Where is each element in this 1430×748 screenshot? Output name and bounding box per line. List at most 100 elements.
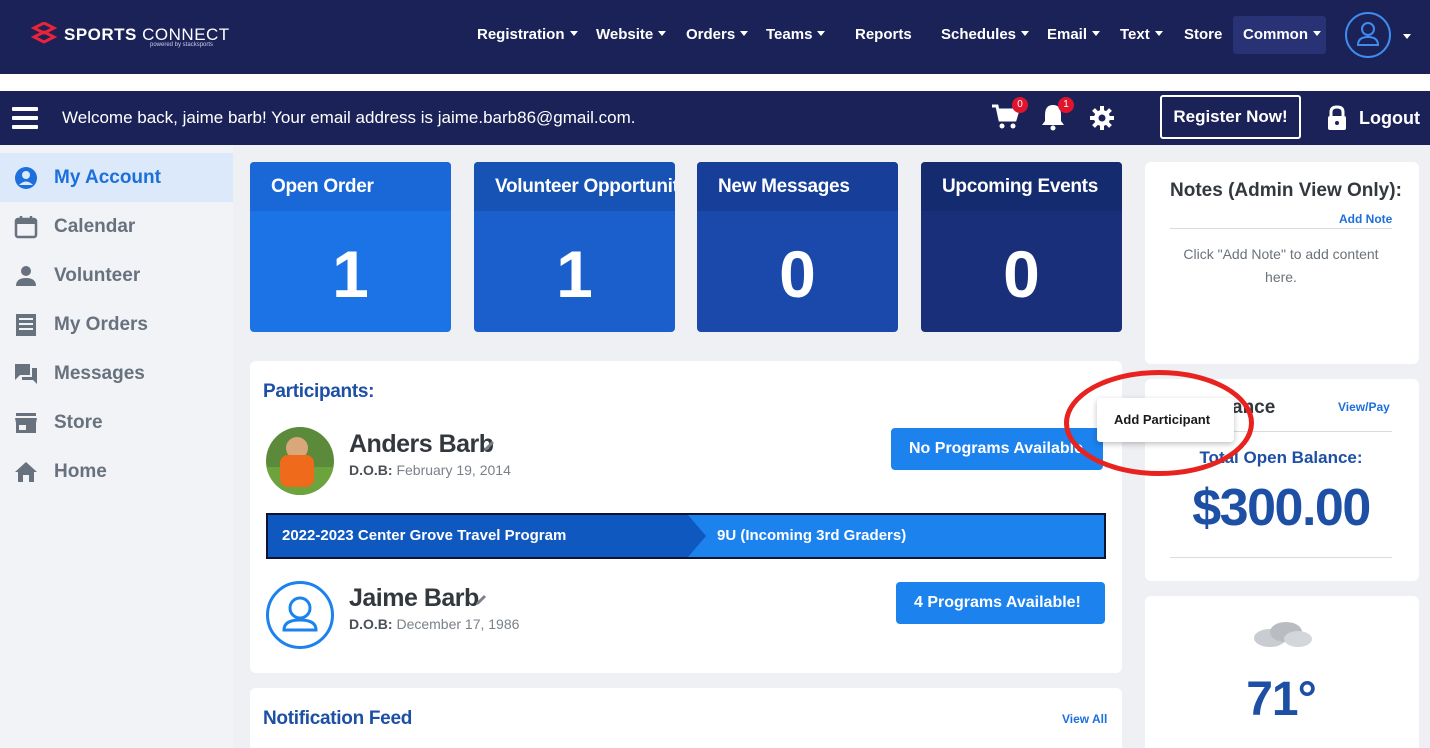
notifications-button[interactable]: 1: [1040, 97, 1074, 135]
sidebar-item-label: My Account: [54, 166, 161, 188]
user-menu-caret-icon[interactable]: [1403, 34, 1411, 39]
edit-pencil-icon[interactable]: [474, 593, 488, 607]
dob-label: D.O.B:: [349, 462, 393, 478]
user-avatar-button[interactable]: [1345, 12, 1391, 58]
programs-available-button[interactable]: 4 Programs Available!: [896, 582, 1105, 624]
hamburger-menu-icon[interactable]: [12, 107, 38, 129]
caret-down-icon: [1021, 31, 1030, 36]
caret-down-icon: [569, 31, 578, 36]
nav-reports-label: Reports: [855, 26, 912, 43]
annotation-highlight-ellipse: [1064, 370, 1254, 476]
sidebar-item-volunteer[interactable]: Volunteer: [0, 251, 233, 300]
participants-title: Participants:: [263, 381, 375, 402]
account-bar: Welcome back, jaime barb! Your email add…: [0, 91, 1430, 145]
caret-down-icon: [1313, 31, 1321, 36]
cloud-icon: [1254, 622, 1312, 647]
nav-store[interactable]: Store: [1184, 26, 1222, 43]
sports-connect-logo[interactable]: SPORTS CONNECT powered by stacksports: [30, 22, 230, 48]
stat-card-value: 0: [1003, 237, 1040, 311]
stat-card-title: Upcoming Events: [921, 162, 1122, 211]
nav-orders-label: Orders: [686, 26, 736, 43]
dob-value: February 19, 2014: [396, 462, 511, 478]
stat-card-value: 1: [332, 237, 369, 311]
program-name: 2022-2023 Center Grove Travel Program: [282, 527, 567, 544]
stat-card-volunteer-opportunity[interactable]: Volunteer Opportunity 1: [474, 162, 675, 332]
divider: [1170, 228, 1392, 229]
logout-button[interactable]: Logout: [1326, 105, 1420, 131]
caret-down-icon: [740, 31, 749, 36]
register-now-button[interactable]: Register Now!: [1160, 95, 1301, 139]
nav-email[interactable]: Email: [1047, 26, 1101, 43]
nav-website[interactable]: Website: [596, 26, 667, 43]
settings-button[interactable]: [1089, 105, 1115, 131]
welcome-message: Welcome back, jaime barb! Your email add…: [62, 108, 636, 127]
nav-schedules[interactable]: Schedules: [941, 26, 1030, 43]
lock-icon: [1328, 105, 1346, 130]
stat-card-open-order[interactable]: Open Order 1: [250, 162, 451, 332]
nav-registration-label: Registration: [477, 26, 565, 43]
list-icon: [13, 312, 39, 338]
stat-card-title: Volunteer Opportunity: [474, 162, 675, 211]
caret-down-icon: [1154, 31, 1163, 36]
program-division: 9U (Incoming 3rd Graders): [717, 527, 907, 544]
logo-mark-icon: [30, 22, 58, 44]
sidebar-item-my-orders[interactable]: My Orders: [0, 300, 233, 349]
edit-pencil-icon[interactable]: [482, 439, 496, 453]
stat-card-title: Open Order: [250, 162, 451, 211]
gear-icon: [1090, 106, 1114, 130]
view-all-link[interactable]: View All: [1062, 712, 1107, 726]
balance-amount: $300.00: [1192, 479, 1371, 537]
top-navbar: SPORTS CONNECT powered by stacksports Re…: [0, 0, 1430, 74]
stat-card-value: 1: [556, 237, 593, 311]
nav-teams-label: Teams: [766, 26, 813, 43]
participant-name: Anders Barb: [349, 430, 494, 458]
sidebar: My Account Calendar Volunteer My Orders …: [0, 145, 233, 748]
program-registration-bar[interactable]: 2022-2023 Center Grove Travel Program 9U…: [266, 513, 1106, 559]
sidebar-item-label: Store: [54, 411, 103, 433]
home-icon: [13, 459, 39, 485]
sidebar-item-my-account[interactable]: My Account: [0, 153, 233, 202]
nav-reports[interactable]: Reports: [855, 26, 912, 43]
logout-label: Logout: [1359, 107, 1420, 128]
caret-down-icon: [817, 31, 826, 36]
account-circle-icon: [13, 165, 39, 191]
notes-title: Notes (Admin View Only):: [1170, 180, 1402, 201]
stat-card-value: 0: [779, 237, 816, 311]
nav-store-label: Store: [1184, 26, 1223, 43]
logo-text-main: SPORTS: [64, 25, 137, 44]
view-pay-link[interactable]: View/Pay: [1338, 400, 1390, 414]
calendar-icon: [13, 214, 39, 240]
nav-registration[interactable]: Registration: [477, 26, 578, 43]
nav-orders[interactable]: Orders: [686, 26, 749, 43]
sidebar-item-home[interactable]: Home: [0, 447, 233, 496]
divider: [1170, 557, 1392, 558]
caret-down-icon: [658, 31, 667, 36]
chat-icon: [13, 361, 39, 387]
participant-photo: [266, 427, 334, 495]
sidebar-item-label: Messages: [54, 362, 145, 384]
chevron-right-shape: [688, 515, 706, 557]
caret-down-icon: [1092, 31, 1101, 36]
participant-name: Jaime Barb: [349, 584, 479, 612]
user-outline-icon: [1356, 22, 1380, 46]
logo-subtitle: powered by stacksports: [150, 42, 214, 48]
stat-card-upcoming-events[interactable]: Upcoming Events 0: [921, 162, 1122, 332]
nav-text[interactable]: Text: [1120, 26, 1163, 43]
sidebar-item-messages[interactable]: Messages: [0, 349, 233, 398]
sidebar-item-label: Calendar: [54, 215, 136, 237]
notification-count-badge: 1: [1058, 97, 1074, 113]
cart-button[interactable]: 0: [990, 97, 1028, 135]
nav-email-label: Email: [1047, 26, 1088, 43]
add-note-link[interactable]: Add Note: [1339, 212, 1392, 226]
notes-empty-message: Click "Add Note" to add content here.: [1183, 246, 1379, 285]
participant-dob: D.O.B: December 17, 1986: [349, 616, 519, 632]
nav-common[interactable]: Common: [1243, 26, 1321, 43]
sidebar-item-calendar[interactable]: Calendar: [0, 202, 233, 251]
sidebar-item-store[interactable]: Store: [0, 398, 233, 447]
nav-teams[interactable]: Teams: [766, 26, 826, 43]
weather-temperature: 71°: [1246, 673, 1317, 726]
notification-feed-title: Notification Feed: [263, 708, 413, 729]
person-icon: [13, 263, 39, 289]
participant-dob: D.O.B: February 19, 2014: [349, 462, 511, 478]
stat-card-new-messages[interactable]: New Messages 0: [697, 162, 898, 332]
